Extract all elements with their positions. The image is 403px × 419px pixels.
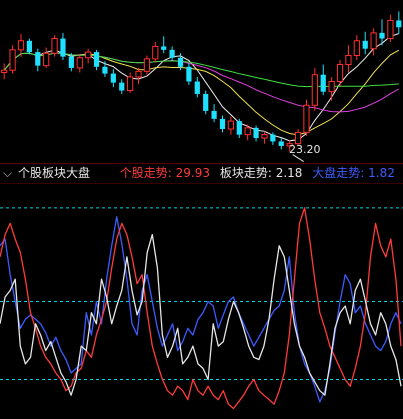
candle-body (278, 141, 284, 146)
candle-body (135, 70, 142, 78)
candle-body (177, 57, 184, 67)
candle-body (9, 49, 16, 71)
candle-body (76, 57, 83, 69)
candle-body (261, 134, 268, 139)
legend-stock-value: 29.93 (175, 166, 211, 180)
indicator-name[interactable]: 个股板块大盘 (18, 164, 90, 183)
candle-body (17, 40, 25, 51)
legend-market-label: 大盘走势: (312, 166, 365, 180)
candle-body (345, 54, 352, 66)
candle-body (270, 134, 276, 142)
candle-body (161, 46, 167, 50)
candle-body (35, 52, 41, 66)
candle-body (320, 74, 326, 92)
candle-body (51, 38, 58, 54)
candle-body (152, 45, 159, 60)
chevron-down-icon[interactable]: ⌵ (3, 164, 12, 183)
legend-stock-label: 个股走势: (119, 166, 172, 180)
candle-body (203, 93, 209, 111)
candle-body (110, 73, 116, 83)
candle-body (85, 51, 92, 59)
candle-body (1, 69, 8, 73)
candle-body (143, 58, 151, 72)
oscillator-chart (0, 207, 403, 410)
candle-body (353, 40, 360, 56)
candle-body (127, 76, 134, 92)
candle-body (68, 56, 74, 68)
candle-body (26, 40, 32, 53)
candle-body (253, 127, 259, 139)
candle-body (186, 66, 192, 82)
candle-body (379, 32, 385, 39)
candle-body (227, 120, 234, 130)
candle-body (60, 38, 66, 57)
candle-body (362, 40, 368, 49)
candle-body (303, 104, 310, 133)
legend-sector-label: 板块走势: (219, 166, 272, 180)
indicator-header: ⌵ 个股板块大盘 个股走势: 29.93 板块走势: 2.18 大盘走势: 1.… (0, 163, 403, 184)
candle-body (336, 64, 344, 82)
series-line-0 (0, 207, 402, 410)
candle-body (219, 118, 226, 129)
candle-body (387, 19, 394, 40)
candle-body (43, 52, 50, 67)
candle-body (102, 66, 108, 74)
candle-body (169, 49, 175, 58)
candle-body (211, 110, 217, 119)
series-line-2 (0, 216, 402, 403)
candle-body (328, 81, 335, 93)
candle-body (396, 20, 402, 28)
legend-market-value: 1.82 (368, 166, 395, 180)
candle-body (311, 74, 318, 106)
legend-sector-value: 2.18 (275, 166, 303, 180)
candle-body (370, 32, 377, 50)
candle-body (194, 81, 200, 94)
candle-body (93, 52, 100, 67)
candle-body (119, 82, 125, 91)
candlestick-chart (1, 11, 402, 163)
candle-body (244, 127, 251, 136)
candle-body (236, 121, 242, 135)
low-price-label: 23.20 (289, 143, 321, 156)
candle-body (294, 131, 302, 145)
